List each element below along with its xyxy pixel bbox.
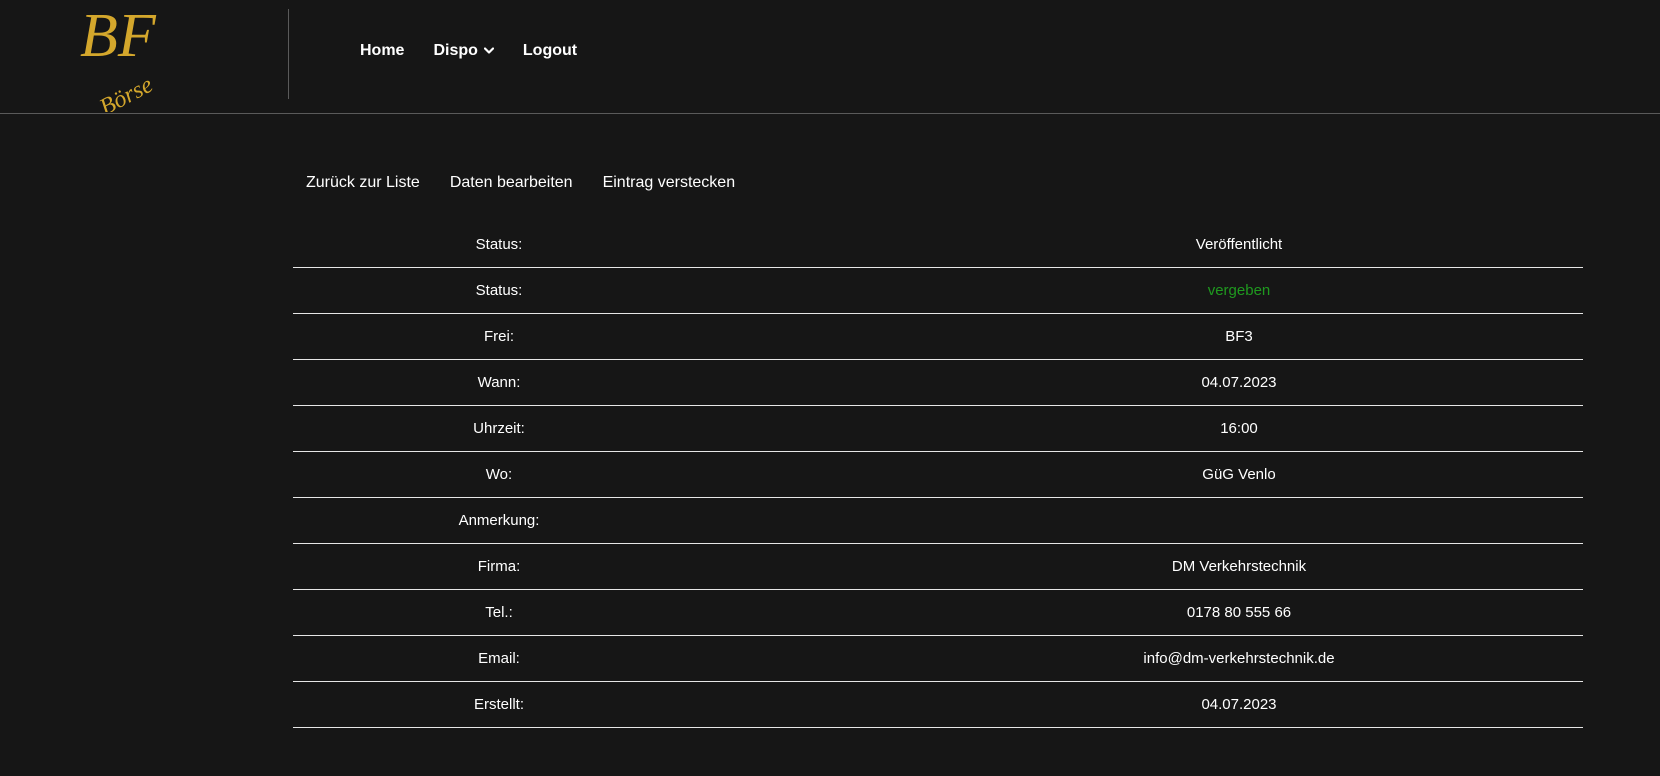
nav-dispo[interactable]: Dispo	[433, 42, 494, 60]
nav-logout-label: Logout	[522, 42, 578, 59]
detail-row-wann: Wann: 04.07.2023	[293, 360, 1583, 406]
detail-label: Email:	[478, 650, 520, 667]
status-badge: vergeben	[1207, 282, 1271, 299]
detail-label: Frei:	[484, 328, 514, 345]
nav-logout[interactable]: Logout	[523, 42, 577, 60]
detail-value: Veröffentlicht	[1195, 235, 1283, 253]
detail-label: Status:	[475, 235, 523, 253]
nav-dispo-label: Dispo	[433, 42, 478, 59]
detail-label: Status:	[475, 282, 523, 299]
detail-value: DM Verkehrstechnik	[1171, 558, 1307, 575]
detail-row-email: Email: info@dm-verkehrstechnik.de	[293, 636, 1583, 682]
detail-label: Firma:	[477, 558, 521, 575]
detail-label: Tel.:	[485, 604, 513, 621]
detail-row-wo: Wo: GüG Venlo	[293, 452, 1583, 498]
detail-label: Uhrzeit:	[473, 420, 525, 437]
detail-row-anmerkung: Anmerkung:	[293, 498, 1583, 544]
detail-row-assignment-status: Status: vergeben	[293, 268, 1583, 314]
edit-data-link[interactable]: Daten bearbeiten	[450, 174, 573, 192]
detail-label: Wo:	[485, 466, 513, 483]
detail-value: BF3	[1225, 328, 1253, 345]
detail-label: Anmerkung:	[458, 512, 540, 529]
site-header: BF Börse Home Dispo Logout	[0, 0, 1660, 114]
logo-bf-text: BF	[80, 2, 157, 70]
detail-value: 0178 80 555 66	[1186, 604, 1292, 621]
nav-home-label: Home	[360, 42, 405, 59]
detail-value: 04.07.2023	[1201, 374, 1277, 391]
header-divider	[288, 9, 289, 99]
detail-row-status: Status: Veröffentlicht	[293, 221, 1583, 268]
detail-row-tel: Tel.: 0178 80 555 66	[293, 590, 1583, 636]
detail-value: GüG Venlo	[1202, 466, 1276, 483]
detail-label: Wann:	[477, 374, 521, 391]
detail-row-uhrzeit: Uhrzeit: 16:00	[293, 406, 1583, 452]
entry-details-table: Status: Veröffentlicht Status: vergeben …	[293, 221, 1583, 728]
detail-value: info@dm-verkehrstechnik.de	[1143, 650, 1335, 667]
detail-value: 04.07.2023	[1201, 696, 1277, 713]
chevron-down-icon	[483, 47, 494, 54]
nav-home[interactable]: Home	[360, 42, 404, 60]
logo-boerse-text: Börse	[96, 72, 158, 112]
hide-entry-link[interactable]: Eintrag verstecken	[603, 174, 736, 192]
detail-label: Erstellt:	[473, 696, 524, 713]
detail-row-firma: Firma: DM Verkehrstechnik	[293, 544, 1583, 590]
detail-row-frei: Frei: BF3	[293, 314, 1583, 360]
bf-boerse-logo[interactable]: BF Börse	[74, 0, 178, 112]
main-nav: Home Dispo Logout	[360, 42, 606, 60]
entry-actions: Zurück zur Liste Daten bearbeiten Eintra…	[306, 174, 765, 192]
detail-row-erstellt: Erstellt: 04.07.2023	[293, 682, 1583, 728]
back-to-list-link[interactable]: Zurück zur Liste	[306, 174, 420, 192]
detail-value: 16:00	[1220, 420, 1258, 437]
